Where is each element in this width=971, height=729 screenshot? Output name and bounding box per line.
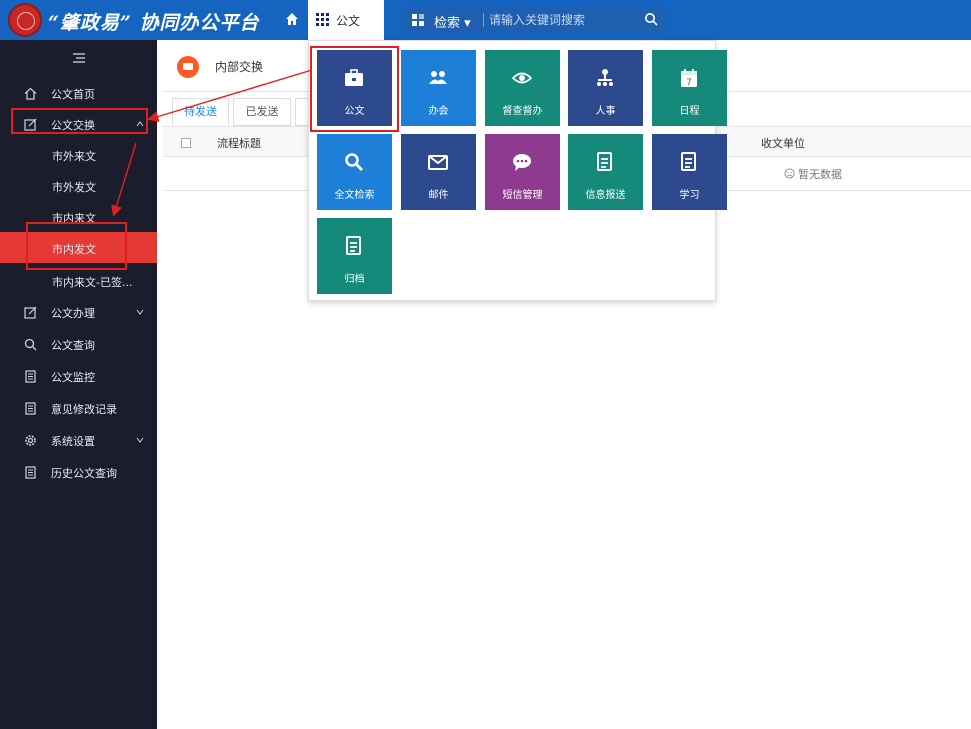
top-bar: “肇政易” 协同办公平台 公文 检索 ▾ bbox=[0, 0, 971, 40]
tile-label: 信息报送 bbox=[585, 190, 626, 201]
tile-label: 督查督办 bbox=[502, 106, 543, 117]
apps-menu-label: 公文 bbox=[336, 14, 361, 28]
sidebar-item-label: 公文首页 bbox=[51, 88, 95, 101]
tile-supervision[interactable]: 督查督办 bbox=[485, 50, 560, 126]
briefcase-icon bbox=[177, 56, 199, 78]
tile-label: 日程 bbox=[679, 106, 700, 117]
tile-personnel[interactable]: 人事 bbox=[568, 50, 643, 126]
apps-menu-tab[interactable]: 公文 bbox=[308, 0, 384, 40]
sidebar-item-monitor[interactable]: 公文监控 bbox=[0, 360, 157, 392]
search-input[interactable] bbox=[489, 9, 634, 31]
sidebar-item-label: 历史公文查询 bbox=[51, 467, 117, 480]
tile-sms-management[interactable]: 短信管理 bbox=[485, 134, 560, 210]
tile-label: 归档 bbox=[344, 274, 365, 285]
page-title: 内部交换 bbox=[215, 60, 264, 74]
tile-schedule[interactable]: 7 日程 bbox=[652, 50, 727, 126]
sad-face-icon bbox=[784, 168, 795, 179]
column-header-title: 流程标题 bbox=[217, 137, 261, 150]
sidebar-subitem-label: 市外来文 bbox=[52, 150, 96, 163]
org-chart-icon bbox=[597, 69, 613, 86]
mail-icon bbox=[428, 155, 448, 170]
search-icon[interactable] bbox=[644, 12, 658, 26]
document-icon bbox=[346, 236, 361, 255]
tile-label: 办会 bbox=[428, 106, 449, 117]
sidebar-subitem-external-in[interactable]: 市外来文 bbox=[0, 139, 157, 170]
column-header-unit: 收文单位 bbox=[761, 137, 805, 150]
menu-collapse-icon[interactable] bbox=[73, 53, 85, 63]
sidebar-item-settings[interactable]: 系统设置 bbox=[0, 424, 157, 456]
calendar-day-number: 7 bbox=[686, 78, 692, 88]
tile-label: 邮件 bbox=[428, 190, 449, 201]
gear-icon bbox=[25, 435, 36, 446]
eye-icon bbox=[512, 72, 532, 84]
tile-label: 学习 bbox=[679, 190, 700, 201]
tile-meetings[interactable]: 办会 bbox=[401, 50, 476, 126]
annotation-box-internal-out bbox=[26, 222, 127, 270]
tile-archive[interactable]: 归档 bbox=[317, 218, 392, 294]
home-outline-icon bbox=[24, 87, 37, 100]
select-all-checkbox[interactable] bbox=[181, 138, 191, 148]
search-bar: 检索 ▾ bbox=[403, 7, 666, 33]
tile-mail[interactable]: 邮件 bbox=[401, 134, 476, 210]
chat-icon bbox=[513, 154, 531, 171]
people-icon bbox=[429, 71, 447, 84]
empty-state-text: 暂无数据 bbox=[798, 168, 842, 181]
tile-full-text-search[interactable]: 全文检索 bbox=[317, 134, 392, 210]
search-icon bbox=[24, 338, 37, 351]
home-icon[interactable] bbox=[285, 12, 299, 26]
search-scope-label: 检索 bbox=[434, 16, 461, 31]
sidebar-item-query[interactable]: 公文查询 bbox=[0, 328, 157, 360]
annotation-box-exchange bbox=[11, 108, 148, 134]
chevron-down-icon bbox=[136, 309, 144, 315]
sidebar-subitem-label: 市外发文 bbox=[52, 181, 96, 194]
annotation-box-doc-tile bbox=[310, 46, 399, 132]
sidebar-subitem-external-out[interactable]: 市外发文 bbox=[0, 170, 157, 201]
document-icon bbox=[25, 370, 36, 383]
page: “肇政易” 协同办公平台 公文 检索 ▾ 请输入关键词搜索 公文首页 公文交换 … bbox=[0, 0, 971, 729]
sidebar-item-opinion-log[interactable]: 意见修改记录 bbox=[0, 392, 157, 424]
tile-label: 全文检索 bbox=[334, 190, 375, 201]
sidebar-item-label: 公文查询 bbox=[51, 339, 95, 352]
sidebar: 公文首页 公文交换 市外来文 市外发文 市内来文 市内发文 市内来文-已签...… bbox=[0, 40, 157, 729]
seal-logo-icon bbox=[8, 3, 42, 37]
search-divider bbox=[483, 13, 484, 27]
search-icon bbox=[345, 153, 364, 172]
document-icon bbox=[681, 152, 696, 171]
tile-learning[interactable]: 学习 bbox=[652, 134, 727, 210]
sidebar-item-label: 意见修改记录 bbox=[51, 403, 117, 416]
calendar-icon: 7 bbox=[681, 69, 697, 88]
tab-pending[interactable]: 待发送 bbox=[172, 98, 229, 126]
edit-square-icon bbox=[24, 306, 37, 319]
grid-icon bbox=[316, 13, 329, 26]
sidebar-item-processing[interactable]: 公文办理 bbox=[0, 296, 157, 328]
document-icon bbox=[25, 402, 36, 415]
app-title: “肇政易” 协同办公平台 bbox=[48, 12, 260, 34]
tile-label: 短信管理 bbox=[502, 190, 543, 201]
sidebar-item-label: 系统设置 bbox=[51, 435, 95, 448]
document-icon bbox=[25, 466, 36, 479]
sidebar-item-home[interactable]: 公文首页 bbox=[0, 77, 157, 109]
chevron-down-icon bbox=[136, 437, 144, 443]
sidebar-item-label: 公文办理 bbox=[51, 307, 95, 320]
tab-sent[interactable]: 已发送 bbox=[233, 98, 291, 126]
search-scope-dropdown[interactable]: 检索 ▾ bbox=[434, 12, 471, 31]
tile-label: 人事 bbox=[595, 106, 616, 117]
sidebar-item-history[interactable]: 历史公文查询 bbox=[0, 456, 157, 488]
document-icon bbox=[597, 152, 612, 171]
tile-info-report[interactable]: 信息报送 bbox=[568, 134, 643, 210]
sidebar-item-label: 公文监控 bbox=[51, 371, 95, 384]
scope-icon bbox=[412, 14, 424, 26]
sidebar-subitem-label: 市内来文-已签... bbox=[52, 276, 133, 289]
